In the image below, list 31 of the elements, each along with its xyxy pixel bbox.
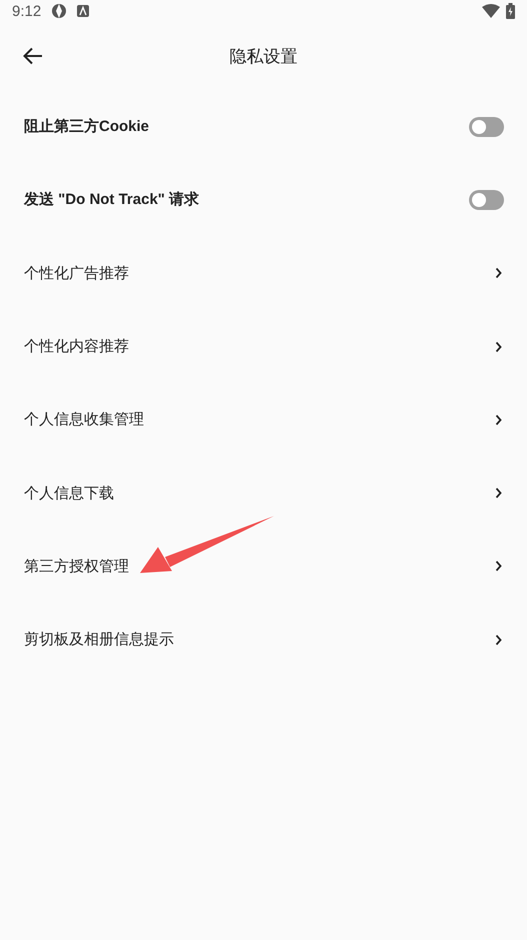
toggle-switch[interactable] <box>469 116 504 137</box>
chevron-icon <box>495 267 502 280</box>
item-label: 剪切板及相册信息提示 <box>24 630 174 650</box>
settings-item[interactable]: 剪切板及相册信息提示 <box>0 603 527 676</box>
item-label: 阻止第三方Cookie <box>24 117 150 136</box>
notification-icon <box>77 5 90 17</box>
item-label: 第三方授权管理 <box>24 556 129 576</box>
settings-item[interactable]: 个人信息下载 <box>0 456 527 530</box>
app-icon <box>51 3 68 19</box>
chevron-icon <box>495 634 502 646</box>
back-arrow-icon[interactable] <box>23 47 43 65</box>
item-label: 个人信息收集管理 <box>24 410 144 430</box>
status-time: 9:12 <box>12 2 42 20</box>
chevron-icon <box>495 560 502 572</box>
settings-item[interactable]: 阻止第三方Cookie <box>0 90 527 164</box>
battery-icon <box>506 3 515 19</box>
settings-item[interactable]: 个人信息收集管理 <box>0 383 527 456</box>
settings-item[interactable]: 个性化广告推荐 <box>0 236 527 310</box>
page-title: 隐私设置 <box>230 46 298 68</box>
item-label: 发送 "Do Not Track" 请求 <box>24 190 200 210</box>
wifi-icon <box>482 4 500 18</box>
item-label: 个人信息下载 <box>24 484 114 503</box>
item-label: 个性化广告推荐 <box>24 264 129 283</box>
settings-item[interactable]: 个性化内容推荐 <box>0 310 527 384</box>
toggle-switch[interactable] <box>469 190 504 210</box>
chevron-icon <box>495 340 502 353</box>
chevron-icon <box>495 487 502 500</box>
settings-item[interactable]: 发送 "Do Not Track" 请求 <box>0 163 527 237</box>
chevron-icon <box>495 414 502 426</box>
item-label: 个性化内容推荐 <box>24 337 129 356</box>
settings-item[interactable]: 第三方授权管理 <box>0 530 527 604</box>
